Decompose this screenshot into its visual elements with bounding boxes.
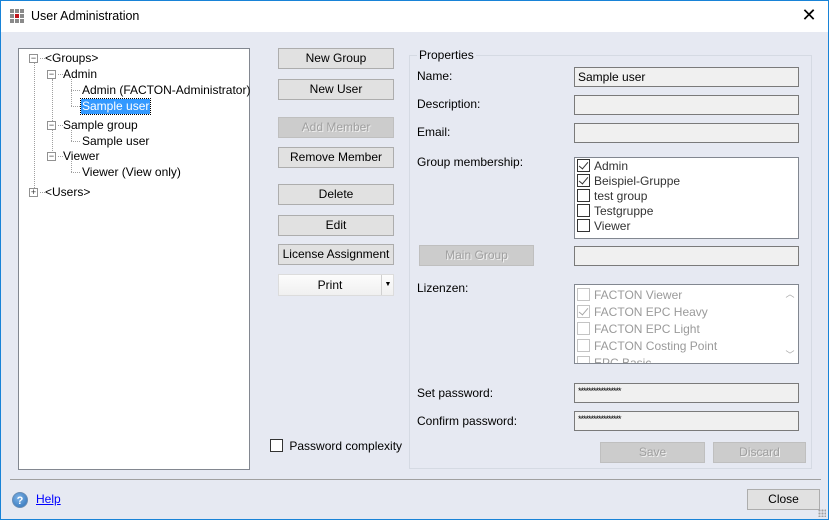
name-input[interactable]: Sample user — [574, 67, 799, 87]
password-complexity-label: Password complexity — [289, 438, 403, 453]
help-link[interactable]: Help — [36, 492, 61, 506]
edit-button[interactable]: Edit — [278, 215, 394, 236]
checkbox-unchecked[interactable] — [577, 339, 590, 352]
checkbox-checked[interactable] — [577, 174, 590, 187]
name-label: Name: — [417, 69, 453, 83]
properties-legend: Properties — [417, 48, 476, 62]
group-membership-item[interactable]: Viewer — [575, 219, 798, 234]
checkbox-unchecked[interactable] — [577, 189, 590, 202]
checkbox-checked[interactable] — [577, 159, 590, 172]
tree-line — [34, 62, 35, 192]
main-group-input[interactable] — [574, 246, 799, 266]
add-member-button[interactable]: Add Member — [278, 117, 394, 138]
checkbox-checked[interactable] — [577, 305, 590, 318]
license-item[interactable]: EPC Basic — [575, 355, 798, 363]
scroll-up-icon[interactable]: ︿ — [784, 289, 796, 299]
email-input[interactable] — [574, 123, 799, 143]
checkbox-unchecked[interactable] — [577, 356, 590, 363]
chevron-down-icon[interactable]: ▼ — [383, 280, 393, 290]
email-label: Email: — [417, 125, 451, 139]
title-bar: User Administration ✕ — [1, 1, 828, 32]
password-complexity-checkbox[interactable] — [270, 439, 283, 453]
checkbox-unchecked[interactable] — [577, 204, 590, 217]
licenses-list[interactable]: FACTON Viewer FACTON EPC Heavy FACTON EP… — [574, 284, 799, 364]
print-split-button: Print ▼ — [278, 274, 394, 296]
print-button[interactable]: Print — [279, 275, 381, 295]
confirm-password-input[interactable]: ***************** — [574, 411, 799, 431]
app-grid-icon — [10, 9, 25, 24]
checkbox-unchecked[interactable] — [577, 288, 590, 301]
user-administration-dialog: User Administration ✕ − <Groups> − Admin… — [0, 0, 829, 520]
close-button[interactable]: Close — [747, 489, 820, 510]
group-membership-label: Group membership: — [417, 155, 524, 169]
discard-button[interactable]: Discard — [713, 442, 806, 463]
license-item[interactable]: FACTON EPC Light — [575, 321, 798, 338]
set-password-label: Set password: — [417, 386, 494, 400]
collapse-icon[interactable]: − — [47, 152, 56, 161]
licenses-label: Lizenzen: — [417, 281, 469, 295]
new-group-button[interactable]: New Group — [278, 48, 394, 69]
description-input[interactable] — [574, 95, 799, 115]
new-user-button[interactable]: New User — [278, 79, 394, 100]
checkbox-unchecked[interactable] — [577, 322, 590, 335]
group-membership-item[interactable]: Testgruppe — [575, 204, 798, 219]
remove-member-button[interactable]: Remove Member — [278, 147, 394, 168]
close-icon[interactable]: ✕ — [798, 5, 820, 27]
expand-icon[interactable]: + — [29, 188, 38, 197]
main-group-button[interactable]: Main Group — [419, 245, 534, 266]
footer-divider — [10, 479, 821, 480]
license-item[interactable]: FACTON Viewer — [575, 287, 798, 304]
collapse-icon[interactable]: − — [29, 54, 38, 63]
license-assignment-button[interactable]: License Assignment — [278, 244, 394, 265]
delete-button[interactable]: Delete — [278, 184, 394, 205]
set-password-input[interactable]: ***************** — [574, 383, 799, 403]
window-title: User Administration — [31, 9, 140, 23]
resize-grip-icon[interactable] — [818, 509, 826, 517]
print-separator — [381, 275, 382, 295]
help-icon[interactable]: ? — [12, 492, 28, 508]
confirm-password-label: Confirm password: — [417, 414, 518, 428]
group-membership-list[interactable]: Admin Beispiel-Gruppe test group Testgru… — [574, 157, 799, 239]
tree-line — [71, 79, 72, 106]
user-group-tree[interactable]: − <Groups> − Admin Admin (FACTON-Adminis… — [18, 48, 250, 470]
scroll-down-icon[interactable]: ﹀ — [784, 350, 796, 360]
description-label: Description: — [417, 97, 481, 111]
save-button[interactable]: Save — [600, 442, 705, 463]
set-password-value: ***************** — [578, 386, 622, 396]
group-membership-item[interactable]: Beispiel-Gruppe — [575, 174, 798, 189]
license-item[interactable]: FACTON Costing Point — [575, 338, 798, 355]
tree-line — [52, 79, 53, 157]
group-membership-item[interactable]: test group — [575, 189, 798, 204]
collapse-icon[interactable]: − — [47, 70, 56, 79]
group-membership-item[interactable]: Admin — [575, 159, 798, 174]
confirm-password-value: ***************** — [578, 414, 622, 424]
collapse-icon[interactable]: − — [47, 121, 56, 130]
checkbox-unchecked[interactable] — [577, 219, 590, 232]
password-complexity-option[interactable]: Password complexity — [270, 438, 402, 453]
license-item[interactable]: FACTON EPC Heavy — [575, 304, 798, 321]
